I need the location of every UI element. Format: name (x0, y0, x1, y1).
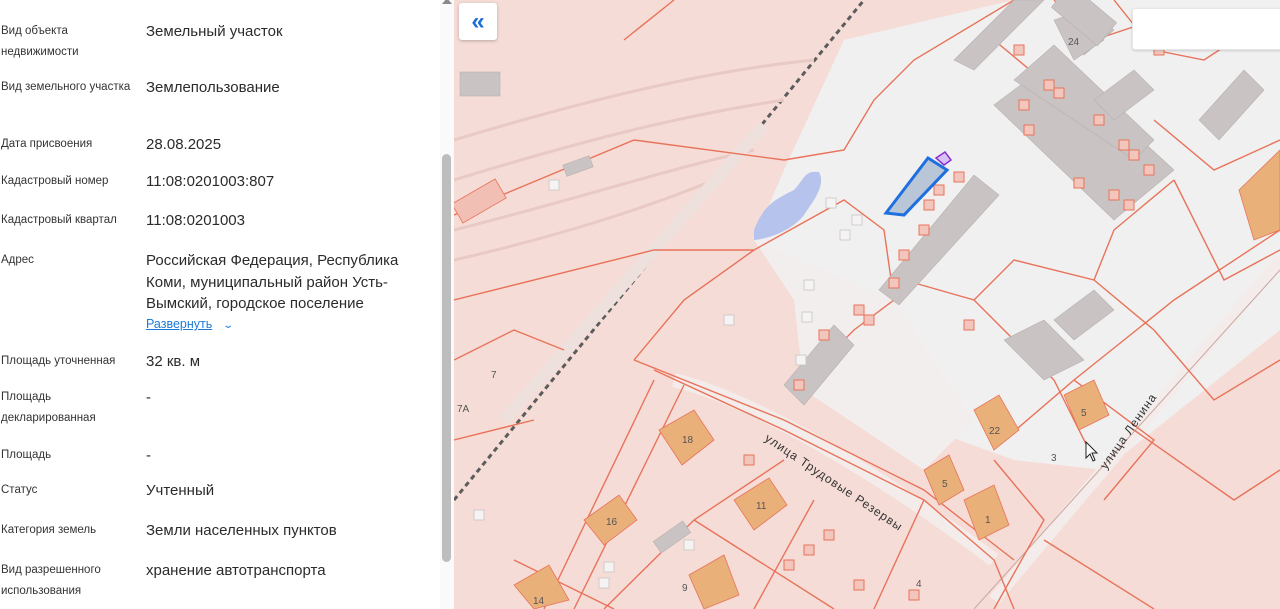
building-number-22: 22 (989, 426, 1001, 437)
chevron-down-icon: ⌄ (222, 320, 235, 331)
map-canvas: 24 7 7А 18 22 5 5 3 11 16 1 9 14 4 улица… (454, 0, 1280, 609)
building-number-4: 4 (916, 579, 922, 590)
expand-label: Развернуть (146, 317, 213, 331)
building-number-7: 7 (491, 370, 497, 381)
property-value: 32 кв. м (146, 353, 201, 370)
property-label: Площадь уточненная (1, 355, 116, 367)
building-number-5: 5 (1081, 408, 1087, 419)
property-value: 11:08:0201003 (146, 212, 245, 229)
property-label: Адрес (1, 254, 34, 266)
building-number-14: 14 (533, 596, 545, 607)
property-value: - (146, 389, 151, 406)
building-number-18: 18 (682, 435, 694, 446)
building-number-7a: 7А (457, 404, 470, 415)
expand-address-link[interactable]: Развернуть ⌄ (146, 317, 235, 331)
property-value: 11:08:0201003:807 (146, 173, 275, 190)
property-value: Учтенный (146, 482, 215, 499)
double-chevron-left-icon: « (471, 7, 485, 35)
property-value: Земельный участок (146, 23, 283, 40)
property-label: Площадь (1, 449, 52, 461)
property-label: Кадастровый квартал (1, 214, 117, 226)
property-value: - (146, 447, 151, 464)
building-number-3: 3 (1051, 453, 1057, 464)
property-value: Российская Федерация, Республика Коми, м… (146, 252, 399, 312)
building-number-24: 24 (1068, 37, 1080, 48)
property-label: Статус (1, 484, 38, 496)
property-info-panel: Вид объекта недвижимости Земельный участ… (0, 0, 454, 609)
building-number-16: 16 (606, 517, 618, 528)
property-label: Дата присвоения (1, 138, 93, 150)
building-number-9: 9 (682, 583, 688, 594)
property-value: Земли населенных пунктов (146, 522, 337, 539)
scroll-up-arrow-icon[interactable] (442, 0, 452, 4)
property-label: Площадь декларированная (1, 391, 96, 424)
property-label: Вид земельного участка (1, 81, 131, 93)
building-number-1: 1 (985, 515, 991, 526)
property-value: 28.08.2025 (146, 136, 222, 153)
property-value: Землепользование (146, 79, 280, 96)
scrollbar-thumb[interactable] (442, 154, 451, 562)
property-label: Вид разрешенного использования (1, 564, 101, 597)
property-label: Категория земель (1, 524, 97, 536)
property-value: хранение автотранспорта (146, 562, 326, 579)
property-label: Кадастровый номер (1, 175, 109, 187)
map-search-box[interactable] (1132, 8, 1280, 50)
building-number-5: 5 (942, 479, 948, 490)
building-number-11: 11 (756, 501, 767, 512)
cadastral-map[interactable]: 24 7 7А 18 22 5 5 3 11 16 1 9 14 4 улица… (454, 0, 1280, 609)
property-label: Вид объекта недвижимости (1, 25, 79, 58)
collapse-panel-button[interactable]: « (459, 3, 497, 40)
